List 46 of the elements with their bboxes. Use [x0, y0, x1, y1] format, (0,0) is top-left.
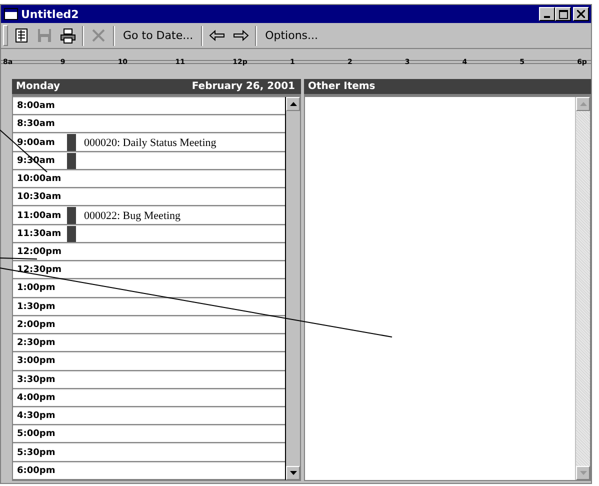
close-button[interactable]	[573, 7, 589, 21]
time-label: 10:30am	[16, 192, 62, 202]
other-items-title: Other Items	[308, 81, 376, 92]
up-triangle-icon	[580, 102, 586, 106]
time-label: 11:00am	[16, 210, 62, 221]
appointment[interactable]: 000020: Daily Status Meeting	[76, 136, 216, 149]
time-label: 2:00pm	[16, 320, 56, 330]
time-label: 8:30am	[16, 119, 56, 130]
down-triangle-icon	[580, 471, 586, 475]
printer-icon	[59, 27, 76, 44]
time-label: 12:00pm	[16, 246, 62, 257]
time-label: 10:00am	[16, 174, 62, 184]
time-label: 1:00pm	[16, 283, 56, 294]
minimize-button[interactable]	[539, 7, 555, 21]
time-label: 4:30pm	[16, 411, 56, 422]
time-label: 2:30pm	[16, 338, 56, 348]
left-arrow-icon	[209, 27, 226, 44]
time-label: 3:30pm	[16, 374, 56, 385]
time-label: 1:30pm	[16, 302, 56, 312]
date-label: February 26, 2001	[192, 81, 295, 92]
down-triangle-icon	[290, 471, 296, 475]
up-triangle-icon	[290, 102, 296, 106]
time-label: 11:30am	[16, 228, 62, 239]
maximize-icon	[558, 10, 568, 18]
close-icon	[577, 10, 585, 18]
time-label: 5:00pm	[16, 429, 56, 440]
window-title: Untitled2	[21, 8, 80, 20]
scroll-down-button[interactable]	[286, 466, 300, 480]
time-label: 5:30pm	[16, 448, 56, 458]
right-arrow-icon	[232, 27, 250, 44]
leader-line	[0, 258, 38, 260]
day-name: Monday	[16, 81, 60, 92]
time-label: 4:00pm	[16, 392, 56, 403]
time-label: 6:00pm	[16, 466, 56, 476]
time-label: 9:00am	[16, 138, 56, 148]
calendar-icon	[13, 27, 30, 44]
appointment[interactable]: 000022: Bug Meeting	[76, 210, 181, 222]
time-label: 12:30pm	[16, 265, 62, 276]
scrollbar[interactable]	[285, 97, 300, 480]
scroll-up-button[interactable]	[286, 97, 300, 111]
toolbar-grip[interactable]	[3, 25, 8, 46]
time-label: 3:00pm	[16, 356, 56, 366]
time-label: 8:00am	[16, 101, 56, 112]
window-icon	[4, 8, 18, 20]
cross-icon	[90, 27, 107, 44]
maximize-button[interactable]	[555, 7, 571, 21]
